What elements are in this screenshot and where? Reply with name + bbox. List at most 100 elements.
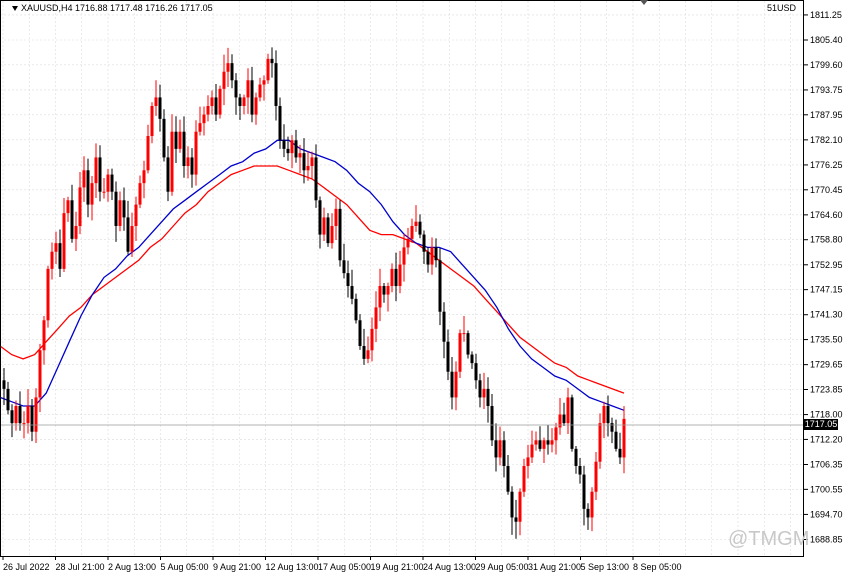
candle <box>558 397 562 435</box>
candle <box>70 184 74 243</box>
candle-body <box>178 131 182 149</box>
dropdown-triangle-icon[interactable] <box>12 6 18 12</box>
y-tick-label: 1776.25 <box>810 160 843 170</box>
candle-body <box>298 153 302 158</box>
candle-body <box>374 307 378 329</box>
candle <box>130 212 134 257</box>
moving-average-fast <box>0 139 625 411</box>
candle <box>74 211 78 251</box>
candle-body <box>242 97 246 106</box>
candle-body <box>590 491 594 518</box>
candle <box>402 233 406 282</box>
candle <box>382 282 386 303</box>
candle-body <box>550 440 554 445</box>
candle <box>150 102 154 144</box>
candle <box>430 237 434 275</box>
candle-body <box>598 423 602 462</box>
candle-body <box>318 200 322 235</box>
candle <box>526 444 530 479</box>
candle <box>246 68 250 114</box>
y-tick-label: 1729.65 <box>810 360 843 370</box>
candle <box>514 499 518 539</box>
candle-body <box>206 106 210 115</box>
candle <box>82 156 86 202</box>
candle-body <box>186 157 190 166</box>
candle-body <box>94 157 98 184</box>
candle-body <box>106 174 110 192</box>
candle-body <box>350 286 354 299</box>
candle <box>338 200 342 267</box>
candle-body <box>510 491 514 518</box>
candle-body <box>70 200 74 239</box>
candle <box>278 97 282 149</box>
candle <box>226 47 230 87</box>
candle-body <box>222 71 226 89</box>
candle-body <box>110 174 114 192</box>
candle-body <box>250 80 254 115</box>
price-axis[interactable]: 1811.25 1805.40 1799.60 1793.75 1787.95 1782.… <box>804 10 843 545</box>
candle-body <box>442 311 446 342</box>
candle-body <box>170 131 174 192</box>
candle <box>34 388 38 444</box>
symbol-quote-text: XAUUSD,H4 1716.88 1717.48 1716.26 1717.0… <box>21 3 213 13</box>
candle <box>6 381 10 415</box>
candle <box>614 419 618 452</box>
y-tick-label: 1747.15 <box>810 285 843 295</box>
candle <box>90 176 94 221</box>
candle-body <box>334 208 338 226</box>
candle <box>598 413 602 469</box>
candle-body <box>234 80 238 98</box>
candle <box>250 66 254 123</box>
y-tick-label: 1694.70 <box>810 509 843 519</box>
candle-body <box>154 97 158 106</box>
candle <box>318 196 322 249</box>
candle-body <box>274 63 278 106</box>
candle-body <box>526 457 530 466</box>
watermark-logo: @TMGM <box>728 528 810 550</box>
candle <box>574 445 578 474</box>
candle-body <box>6 388 10 411</box>
x-tick-label: 17 Aug 05:00 <box>318 562 371 572</box>
price-chart[interactable]: 1811.25 1805.40 1799.60 1793.75 1787.95 1782.… <box>0 0 843 575</box>
candle-body <box>498 440 502 458</box>
candle <box>258 77 262 102</box>
candle-body <box>490 406 494 441</box>
candle <box>618 432 622 465</box>
candle-body <box>542 440 546 449</box>
candle <box>502 431 506 478</box>
y-tick-label: 1793.75 <box>810 85 843 95</box>
candle <box>62 198 66 272</box>
candle-body <box>278 106 282 141</box>
candle <box>122 187 126 231</box>
candle-body <box>390 268 394 286</box>
candle-body <box>26 406 30 424</box>
candle-body <box>438 260 442 312</box>
candle <box>350 269 354 305</box>
candle-body <box>294 140 298 158</box>
y-tick-label: 1712.20 <box>810 434 843 444</box>
candle-body <box>214 97 218 115</box>
candle-body <box>90 183 94 205</box>
candle <box>498 426 502 466</box>
candle-body <box>246 80 250 98</box>
candle-body <box>174 131 178 149</box>
y-tick-label: 1758.80 <box>810 235 843 245</box>
candle-body <box>30 406 34 432</box>
candle <box>346 260 350 298</box>
candle <box>262 75 266 101</box>
candle-body <box>470 354 474 364</box>
candle-body <box>162 118 166 158</box>
y-tick-label: 1805.40 <box>810 35 843 45</box>
candle-body <box>166 157 170 192</box>
candle <box>374 291 378 343</box>
candle-body <box>230 63 234 81</box>
candle <box>170 114 174 196</box>
candle-body <box>98 157 102 192</box>
broker-label: 51USD <box>767 3 797 13</box>
candle-body <box>574 448 578 466</box>
candle-body <box>198 123 202 132</box>
candle <box>538 426 542 452</box>
time-axis[interactable]: 26 Jul 2022 28 Jul 21:00 2 Aug 13:00 5 Aug … <box>2 556 682 572</box>
chart-shift-marker-icon[interactable] <box>640 0 648 5</box>
candle-body <box>282 140 286 149</box>
